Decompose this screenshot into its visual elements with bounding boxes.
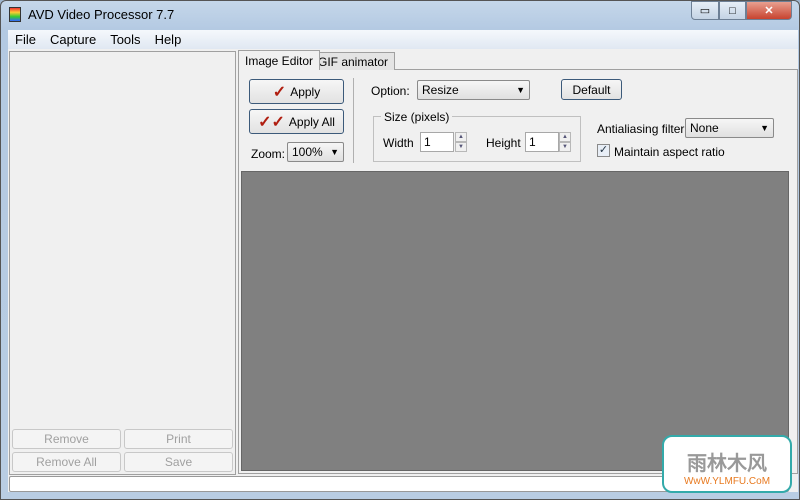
watermark-text: 雨林木风 [687,451,767,475]
antialiasing-label: Antialiasing filter: [597,122,688,136]
menu-help[interactable]: Help [148,32,189,47]
save-button[interactable]: Save [124,452,233,472]
menu-capture[interactable]: Capture [43,32,103,47]
zoom-select[interactable]: 100% ▼ [287,142,344,162]
menu-tools[interactable]: Tools [103,32,147,47]
option-value: Resize [422,83,459,97]
apply-label: Apply [290,84,321,99]
height-input[interactable]: 1 [525,132,559,152]
zoom-label: Zoom: [251,147,286,161]
width-input[interactable]: 1 [420,132,454,152]
antialiasing-value: None [690,121,719,135]
file-list-panel[interactable] [9,51,236,475]
apply-all-button[interactable]: ✓✓ Apply All [249,109,344,134]
width-spinner[interactable]: ▲ ▼ [455,132,467,152]
maximize-button[interactable]: □ [719,1,746,20]
menu-bar: File Capture Tools Help [8,30,798,49]
window-title: AVD Video Processor 7.7 [28,7,175,22]
close-button[interactable]: ✕ [746,1,792,20]
image-canvas[interactable] [241,171,789,471]
chevron-down-icon: ▼ [330,147,339,157]
app-icon [9,7,21,22]
zoom-value: 100% [292,145,323,159]
watermark-url: WwW.YLMFU.CoM [683,476,771,487]
print-button[interactable]: Print [124,429,233,449]
remove-button[interactable]: Remove [12,429,121,449]
divider [353,78,354,163]
check-icon: ✓ [272,83,287,101]
antialiasing-select[interactable]: None ▼ [685,118,774,138]
spin-down-icon[interactable]: ▼ [559,142,571,152]
maintain-aspect-label: Maintain aspect ratio [614,145,725,159]
width-label: Width [383,136,414,150]
chevron-down-icon: ▼ [516,85,525,95]
option-select[interactable]: Resize ▼ [417,80,530,100]
size-group-label: Size (pixels) [381,110,453,124]
height-spinner[interactable]: ▲ ▼ [559,132,571,152]
chevron-down-icon: ▼ [760,123,769,133]
spin-down-icon[interactable]: ▼ [455,142,467,152]
double-check-icon: ✓✓ [258,113,285,131]
tab-image-editor[interactable]: Image Editor [238,50,321,70]
tab-gif-animator[interactable]: GIF animator [311,52,396,70]
minimize-button[interactable]: ▭ [691,1,719,20]
spin-up-icon[interactable]: ▲ [559,132,571,142]
default-button[interactable]: Default [561,79,622,100]
apply-all-label: Apply All [288,114,335,129]
remove-all-button[interactable]: Remove All [12,452,121,472]
maintain-aspect-checkbox[interactable]: ✓ [597,144,610,157]
option-label: Option: [371,84,410,98]
height-label: Height [486,136,521,150]
watermark-logo: 雨林木风 WwW.YLMFU.CoM [662,435,792,493]
apply-button[interactable]: ✓ Apply [249,79,344,104]
spin-up-icon[interactable]: ▲ [455,132,467,142]
menu-file[interactable]: File [8,32,43,47]
